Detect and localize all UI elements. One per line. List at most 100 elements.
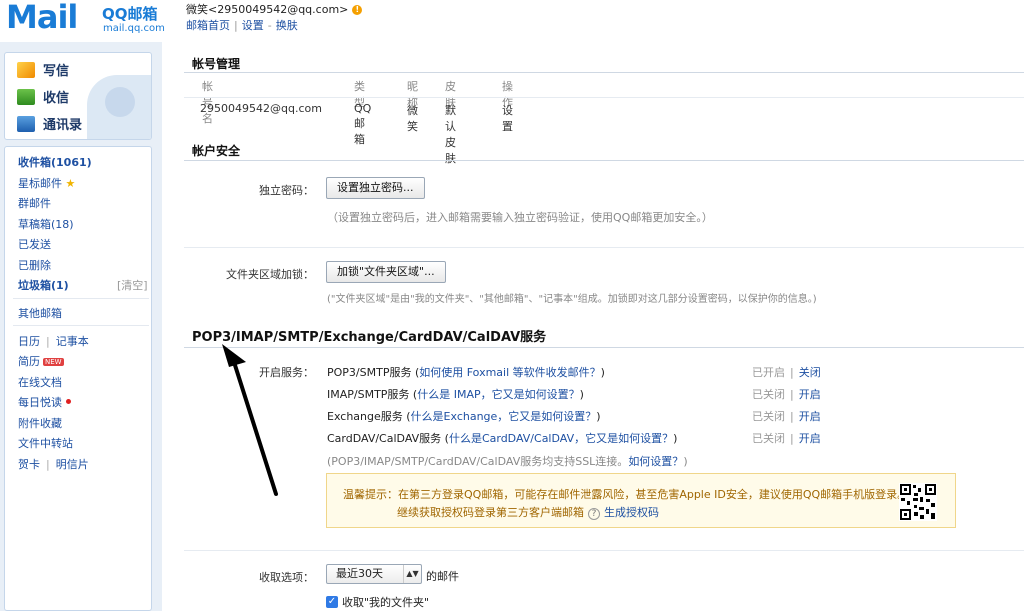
receive-period-select[interactable]: 最近30天 ▲▼ xyxy=(326,564,422,584)
user-name[interactable]: 微笑<2950049542@qq.com> xyxy=(186,3,348,16)
pop3-toggle-link[interactable]: 关闭 xyxy=(799,366,821,379)
tip-line1: 温馨提示：在第三方登录QQ邮箱，可能存在邮件泄露风险，甚至危害Apple ID安… xyxy=(343,488,909,501)
carddav-help-link[interactable]: 什么是CardDAV/CalDAV，它又是如何设置？ xyxy=(449,432,673,445)
cards-link[interactable]: 贺卡 xyxy=(18,458,40,471)
download-icon xyxy=(17,88,35,105)
app-daily-reading[interactable]: 每日悦读 xyxy=(18,394,71,410)
ssl-help-link[interactable]: 如何设置？ xyxy=(628,455,683,468)
penguin-decoration xyxy=(87,75,151,139)
folder-starred-label: 星标邮件 xyxy=(18,177,62,190)
app-online-docs[interactable]: 在线文档 xyxy=(18,374,62,390)
carddav-status: 已关闭 | 开启 xyxy=(752,432,821,445)
receive-button[interactable]: 收信 xyxy=(17,87,69,106)
user-links: 邮箱首页 | 设置 - 换肤 xyxy=(186,19,298,32)
new-badge: NEW xyxy=(43,358,64,366)
folder-group[interactable]: 群邮件 xyxy=(18,195,51,211)
section-divider xyxy=(184,160,1024,161)
qr-code-icon xyxy=(899,483,937,521)
contacts-icon xyxy=(17,115,35,132)
ssl-note: (POP3/IMAP/SMTP/CardDAV/CalDAV服务均支持SSL连接… xyxy=(327,455,688,468)
user-info: 微笑<2950049542@qq.com>! xyxy=(186,1,363,17)
set-password-button[interactable]: 设置独立密码... xyxy=(326,177,425,199)
section-divider xyxy=(184,72,1024,73)
section-divider xyxy=(184,347,1024,348)
calendar-link[interactable]: 日历 xyxy=(18,335,40,348)
checkbox-checked-icon: ✓ xyxy=(326,596,338,608)
app-resume[interactable]: 简历 NEW xyxy=(18,353,64,369)
table-divider xyxy=(184,97,1024,98)
resume-label: 简历 xyxy=(18,355,40,368)
app-attachments[interactable]: 附件收藏 xyxy=(18,415,62,431)
folder-list: 收件箱(1061) 星标邮件 ★ 群邮件 草稿箱(18) 已发送 已删除 垃圾箱… xyxy=(4,146,152,611)
account-nickname: 微笑 xyxy=(407,104,418,133)
warning-icon[interactable]: ! xyxy=(352,5,363,15)
receive-my-folders-checkbox[interactable]: ✓ 收取"我的文件夹" xyxy=(326,594,429,610)
pop3-help-link[interactable]: 如何使用 Foxmail 等软件收发邮件？ xyxy=(419,366,600,379)
app-file-transfer[interactable]: 文件中转站 xyxy=(18,435,73,451)
qq-mail-logo[interactable]: Mail QQ邮箱 mail.qq.com xyxy=(6,0,181,38)
exchange-help-link[interactable]: 什么是Exchange，它又是如何设置？ xyxy=(411,410,597,423)
sidebar-top-nav: 写信 收信 通讯录 xyxy=(4,52,152,140)
pencil-icon xyxy=(17,61,35,78)
service-pop3: POP3/SMTP服务 (如何使用 Foxmail 等软件收发邮件？) xyxy=(327,366,605,379)
app-calendar-notes: 日历 | 记事本 xyxy=(18,335,89,348)
receive-label: 收信 xyxy=(43,91,70,106)
settings-link[interactable]: 设置 xyxy=(242,19,264,32)
service-exchange: Exchange服务 (什么是Exchange，它又是如何设置？) xyxy=(327,410,601,423)
account-skin: 默认皮肤 xyxy=(445,104,456,165)
star-icon: ★ xyxy=(65,177,76,190)
checkbox-label: 收取"我的文件夹" xyxy=(342,596,430,609)
folder-sent[interactable]: 已发送 xyxy=(18,236,51,252)
skin-link[interactable]: 换肤 xyxy=(276,19,298,32)
daily-label: 每日悦读 xyxy=(18,396,62,409)
independent-password-label: 独立密码： xyxy=(259,184,314,197)
generate-auth-code-link[interactable]: 生成授权码 xyxy=(604,506,659,519)
folder-spam[interactable]: 垃圾箱(1) xyxy=(18,277,69,293)
receive-options-label: 收取选项： xyxy=(259,571,314,584)
account-settings-link[interactable]: 设置 xyxy=(502,102,513,134)
carddav-toggle-link[interactable]: 开启 xyxy=(799,432,821,445)
warning-tip-box: 温馨提示：在第三方登录QQ邮箱，可能存在邮件泄露风险，甚至危害Apple ID安… xyxy=(326,473,956,528)
folder-inbox[interactable]: 收件箱(1061) xyxy=(18,154,92,170)
divider xyxy=(13,325,149,326)
section-title-accounts: 帐号管理 xyxy=(192,57,241,71)
folder-starred[interactable]: 星标邮件 ★ xyxy=(18,175,75,191)
service-carddav: CardDAV/CalDAV服务 (什么是CardDAV/CalDAV，它又是如… xyxy=(327,432,678,445)
compose-button[interactable]: 写信 xyxy=(17,60,69,79)
lock-folder-button[interactable]: 加锁"文件夹区域"... xyxy=(326,261,446,283)
clear-spam-link[interactable]: [清空] xyxy=(117,277,148,293)
tip-line2: 继续获取授权码登录第三方客户端邮箱? 生成授权码 xyxy=(397,506,659,520)
imap-help-link[interactable]: 什么是 IMAP，它又是如何设置？ xyxy=(417,388,579,401)
header: Mail QQ邮箱 mail.qq.com 微笑<2950049542@qq.c… xyxy=(0,0,1024,42)
folder-lock-note: ("文件夹区域"是由"我的文件夹"、"其他邮箱"、"记事本"组成。加锁即对这几部… xyxy=(327,294,817,305)
password-note: （设置独立密码后，进入邮箱需要输入独立密码验证，使用QQ邮箱更加安全。） xyxy=(327,211,713,224)
question-icon[interactable]: ? xyxy=(588,508,600,520)
account-type: QQ邮箱 xyxy=(354,102,372,146)
service-imap: IMAP/SMTP服务 (什么是 IMAP，它又是如何设置？) xyxy=(327,388,584,401)
folder-other-mailboxes[interactable]: 其他邮箱 xyxy=(18,305,62,321)
divider xyxy=(13,298,149,299)
account-email: 2950049542@qq.com xyxy=(200,102,322,115)
imap-toggle-link[interactable]: 开启 xyxy=(799,388,821,401)
folder-deleted[interactable]: 已删除 xyxy=(18,257,51,273)
settings-main: 帐号管理 帐号名 类型 昵称 皮肤 操作 2950049542@qq.com Q… xyxy=(166,42,1024,611)
exchange-status: 已关闭 | 开启 xyxy=(752,410,821,423)
logo-url: mail.qq.com xyxy=(103,23,165,34)
imap-status: 已关闭 | 开启 xyxy=(752,388,821,401)
divider xyxy=(184,247,1024,248)
home-link[interactable]: 邮箱首页 xyxy=(186,19,230,32)
logo-mail-text: Mail xyxy=(6,0,78,36)
receive-suffix: 的邮件 xyxy=(426,570,459,583)
contacts-button[interactable]: 通讯录 xyxy=(17,114,82,133)
unread-dot-icon xyxy=(66,399,71,404)
folder-drafts[interactable]: 草稿箱(18) xyxy=(18,216,74,232)
app-cards: 贺卡 | 明信片 xyxy=(18,458,89,471)
divider xyxy=(184,550,1024,551)
logo-brand: QQ邮箱 xyxy=(102,5,158,23)
select-caret-icon: ▲▼ xyxy=(403,565,421,583)
postcards-link[interactable]: 明信片 xyxy=(56,458,89,471)
exchange-toggle-link[interactable]: 开启 xyxy=(799,410,821,423)
folder-lock-label: 文件夹区域加锁： xyxy=(226,268,314,281)
notes-link[interactable]: 记事本 xyxy=(56,335,89,348)
pop3-status: 已开启 | 关闭 xyxy=(752,366,821,379)
